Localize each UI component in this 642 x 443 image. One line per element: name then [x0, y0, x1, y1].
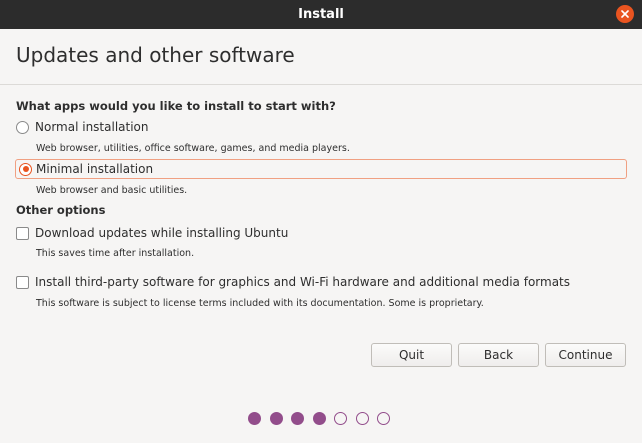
checkbox-icon[interactable]	[16, 275, 29, 289]
normal-installation-radio[interactable]: Normal installation	[16, 117, 149, 137]
progress-dot-pending	[377, 412, 390, 425]
checkbox-icon[interactable]	[16, 226, 29, 240]
quit-button[interactable]: Quit	[371, 343, 452, 367]
page-header: Updates and other software	[0, 29, 642, 85]
normal-installation-description: Web browser, utilities, office software,…	[36, 143, 350, 154]
other-options-heading: Other options	[16, 203, 106, 217]
progress-dot-complete	[248, 412, 261, 425]
minimal-installation-label: Minimal installation	[36, 162, 154, 176]
close-button[interactable]	[616, 5, 634, 23]
continue-button[interactable]: Continue	[545, 343, 626, 367]
third-party-description: This software is subject to license term…	[36, 298, 484, 309]
progress-dot-pending	[334, 412, 347, 425]
install-section-heading: What apps would you like to install to s…	[16, 99, 336, 113]
third-party-label: Install third-party software for graphic…	[35, 275, 571, 289]
download-updates-label: Download updates while installing Ubuntu	[35, 226, 289, 240]
progress-dot-complete	[291, 412, 304, 425]
download-updates-checkbox[interactable]: Download updates while installing Ubuntu	[16, 223, 288, 243]
back-button[interactable]: Back	[458, 343, 539, 367]
radio-checked-icon[interactable]	[19, 162, 32, 176]
main-content: What apps would you like to install to s…	[0, 86, 642, 443]
progress-indicator	[248, 412, 399, 425]
progress-dot-complete	[312, 412, 326, 425]
normal-installation-label: Normal installation	[35, 120, 149, 134]
close-icon	[621, 10, 629, 18]
window-title: Install	[298, 7, 344, 22]
radio-unchecked-icon[interactable]	[16, 120, 29, 134]
download-updates-description: This saves time after installation.	[36, 248, 195, 259]
minimal-installation-radio[interactable]: Minimal installation	[16, 159, 153, 179]
page-title: Updates and other software	[16, 43, 295, 67]
progress-dot-pending	[355, 412, 369, 425]
window-titlebar: Install	[0, 0, 642, 29]
progress-dot-complete	[269, 412, 283, 425]
third-party-checkbox[interactable]: Install third-party software for graphic…	[16, 272, 570, 292]
minimal-installation-description: Web browser and basic utilities.	[36, 185, 188, 196]
